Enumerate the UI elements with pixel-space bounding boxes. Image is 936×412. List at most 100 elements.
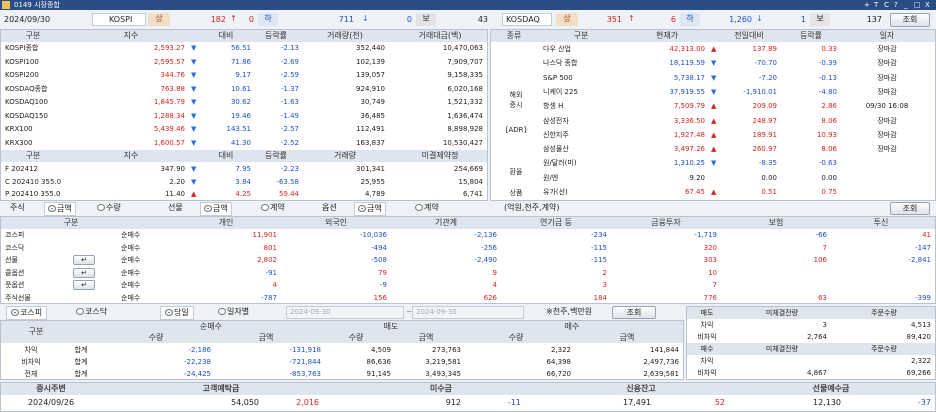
index-volume: 102,139 bbox=[356, 57, 385, 66]
col-header: 대비 bbox=[218, 151, 234, 160]
table-row[interactable]: KRX100 5,439.46 ▼ 143.51 -2.57 112,491 8,898,9… bbox=[1, 123, 487, 135]
table-row[interactable]: 선물 ↵ 순매수 2,802 -508 -2,490 -115 303 106 -2,841 bbox=[1, 254, 935, 266]
futures-value: 347.90 bbox=[160, 165, 186, 173]
col-header: 순매수 bbox=[199, 322, 223, 331]
table-row[interactable]: 신한지주 1,927.48 ▲ 189.91 10.93 장마감 bbox=[539, 129, 935, 141]
kosdaq-flat-count: 137 bbox=[866, 15, 882, 24]
copy-icon[interactable]: C bbox=[884, 0, 889, 10]
futures-amount-radio[interactable]: 금액 bbox=[200, 202, 232, 216]
by-date-radio[interactable]: 일자별 bbox=[214, 306, 253, 318]
table-row[interactable]: KOSDAQ150 1,288.34 ▼ 19.46 -1.49 36,485 1,636,… bbox=[1, 110, 487, 122]
option-contract-radio[interactable]: 계약 bbox=[412, 202, 442, 214]
index-volume: 924,910 bbox=[356, 84, 385, 93]
date-to-input[interactable]: 2024-09-30 bbox=[412, 306, 524, 319]
text-icon[interactable]: T bbox=[874, 0, 878, 10]
table-row[interactable]: 다우 산업 42,313.00 ▲ 137.89 0.33 장마감 bbox=[539, 43, 935, 55]
net-buy-label: 순매수 bbox=[121, 294, 141, 302]
table-row[interactable]: 전체 합계 -24,425 -853,763 91,145 3,493,345 66,720… bbox=[1, 368, 683, 380]
global-price: 18,119.59 bbox=[669, 59, 705, 68]
index-value: 344.76 bbox=[160, 71, 186, 79]
detail-expand-button[interactable]: ↵ bbox=[73, 280, 95, 291]
col-header: 지수 bbox=[123, 151, 139, 160]
table-row[interactable]: 풋옵션 ↵ 순매수 4 -9 4 3 7 bbox=[1, 279, 935, 291]
daily-radio[interactable]: 당일 bbox=[160, 306, 194, 320]
program-total-label: 합계 bbox=[74, 346, 88, 354]
col-header: 보험 bbox=[768, 218, 784, 227]
global-price: 9.20 bbox=[689, 173, 705, 182]
query-button[interactable]: 조회 bbox=[890, 13, 930, 27]
date-from-input[interactable]: 2024-09-30 bbox=[286, 306, 404, 319]
balance-label: 매도 bbox=[700, 309, 714, 317]
table-row[interactable]: P 202410 355.0 11.40 ▲ 4.25 59.44 4,789 6,741 bbox=[1, 188, 487, 200]
table-row[interactable]: 코스닥 순매수 801 -494 -256 -115 320 7 -147 bbox=[1, 242, 935, 254]
table-row[interactable]: KOSDAQ100 1,845.79 ▼ 30.62 -1.63 30,749 1,521,… bbox=[1, 96, 487, 108]
option-amount-radio[interactable]: 금액 bbox=[354, 202, 386, 216]
table-row[interactable]: KOSPI100 2,595.57 ▼ 71.86 -2.69 102,139 7,909,… bbox=[1, 56, 487, 68]
kosdaq-lower-limit: 1 bbox=[800, 15, 806, 24]
table-row[interactable]: 삼성전자 3,336.50 ▲ 248.97 8.06 장마감 bbox=[539, 115, 935, 127]
investor-value: -508 bbox=[371, 256, 387, 265]
global-name: 니케이 225 bbox=[543, 87, 578, 96]
table-row[interactable]: 유가(선) 67.45 ▲ 0.51 0.75 bbox=[539, 186, 935, 198]
table-row[interactable]: 원/엔 9.20 0.00 0.00 bbox=[539, 172, 935, 184]
table-row[interactable]: 비차익 합계 -22,238 -721,844 86,636 3,219,581 64,39… bbox=[1, 356, 683, 368]
add-icon[interactable]: + bbox=[864, 0, 870, 10]
global-price: 5,738.17 bbox=[673, 73, 705, 82]
investor-value: -2,136 bbox=[474, 231, 497, 239]
table-row[interactable]: 삼성물산 3,497.26 ▲ 260.97 8.06 장마감 bbox=[539, 143, 935, 155]
table-row[interactable]: KRX300 1,600.57 ▼ 41.30 -2.52 163,837 10,530,4… bbox=[1, 137, 487, 149]
program-value: -853,763 bbox=[289, 370, 321, 378]
radio-label: 금액 bbox=[213, 204, 228, 213]
global-date: 장마감 bbox=[877, 73, 897, 82]
up-arrow-icon: ↑ bbox=[628, 14, 635, 23]
credit-value: 17,491 bbox=[623, 398, 651, 407]
global-change: -8.35 bbox=[758, 159, 777, 168]
stock-qty-radio[interactable]: 수량 bbox=[94, 202, 124, 214]
table-row[interactable]: C 202410 355.0 2.20 ▼ 3.84 -63.58 25,955 15,80… bbox=[1, 176, 487, 188]
index-amount: 9,158,335 bbox=[447, 71, 483, 79]
investor-query-button[interactable]: 조회 bbox=[890, 202, 930, 215]
kosdaq-radio[interactable]: 코스닥 bbox=[72, 306, 111, 318]
help-icon[interactable]: ? bbox=[894, 0, 898, 10]
global-table-header: 종류 구분 현재가 전일대비 등락률 일자 bbox=[491, 30, 935, 42]
table-row[interactable]: S&P 500 5,738.17 ▼ -7.20 -0.13 장마감 bbox=[539, 72, 935, 84]
table-row[interactable]: 코스피 순매수 11,901 -10,036 -2,136 -234 -1,719 -66 41 bbox=[1, 229, 935, 241]
index-change: 56.51 bbox=[230, 44, 251, 52]
maximize-icon[interactable]: □ bbox=[914, 0, 921, 10]
col-header: 매도 bbox=[383, 322, 399, 331]
table-row[interactable]: 항셍 H 7,509.79 ▲ 209.09 2.86 09/30 16:08 bbox=[539, 100, 935, 112]
table-row[interactable]: KOSPI200 344.76 ▼ 9.17 -2.59 139,057 9,158,335 bbox=[1, 69, 487, 81]
index-name: KOSDAQ100 bbox=[5, 98, 48, 106]
stock-amount-radio[interactable]: 금액 bbox=[44, 202, 76, 216]
index-value: 1,845.79 bbox=[153, 98, 185, 106]
futures-contract-radio[interactable]: 계약 bbox=[258, 202, 288, 214]
net-buy-label: 순매수 bbox=[121, 256, 141, 265]
investor-value: -10,036 bbox=[359, 231, 387, 239]
detail-expand-button[interactable]: ↵ bbox=[73, 267, 95, 278]
table-row[interactable]: 니케이 225 37,919.55 ▼ -1,910.01 -4.80 장마감 bbox=[539, 86, 935, 98]
up-triangle-icon: ▲ bbox=[711, 45, 717, 53]
kospi-radio[interactable]: 코스피 bbox=[6, 306, 48, 320]
table-row[interactable]: 차익 합계 -2,186 -131,918 4,509 273,763 2,322 141,8… bbox=[1, 344, 683, 356]
global-rate: -4.80 bbox=[818, 87, 837, 96]
table-row[interactable]: F 202412 347.90 ▼ 7.95 -2.23 301,341 254,669 bbox=[1, 163, 487, 175]
futures-name: F 202412 bbox=[5, 165, 38, 173]
table-row[interactable]: 주식선물 순매수 -787 156 626 184 776 63 -399 bbox=[1, 292, 935, 304]
minimize-icon[interactable]: _ bbox=[904, 0, 908, 10]
index-amount: 10,530,427 bbox=[442, 138, 483, 147]
close-icon[interactable]: X bbox=[925, 0, 930, 10]
col-header: 구분 bbox=[25, 151, 41, 160]
program-query-button[interactable]: 조회 bbox=[612, 306, 656, 319]
program-table-header: 구분 순매수 매도 매수 수량 금액 수량 금액 수량 금액 bbox=[1, 321, 683, 343]
table-row[interactable]: 나스닥 종합 18,119.59 ▼ -70.70 -0.39 장마감 bbox=[539, 57, 935, 69]
col-header: 대비 bbox=[218, 31, 234, 40]
detail-expand-button[interactable]: ↵ bbox=[73, 255, 95, 266]
radio-label: 일자별 bbox=[227, 307, 250, 316]
table-row[interactable]: KOSDAQ종합 763.88 ▼ 10.61 -1.37 924,910 6,020,16… bbox=[1, 83, 487, 95]
table-row[interactable]: 콜옵션 ↵ 순매수 -91 79 9 2 10 bbox=[1, 267, 935, 279]
table-row[interactable]: 원/달러(미) 1,310.25 ▼ -8.35 -0.63 bbox=[539, 157, 935, 169]
index-change: 143.51 bbox=[226, 125, 252, 133]
global-change: 260.97 bbox=[752, 145, 778, 154]
kospi-upper-count: 182 bbox=[210, 15, 226, 24]
table-row[interactable]: KOSPI종합 2,593.27 ▼ 56.51 -2.13 352,440 10,470,… bbox=[1, 42, 487, 54]
